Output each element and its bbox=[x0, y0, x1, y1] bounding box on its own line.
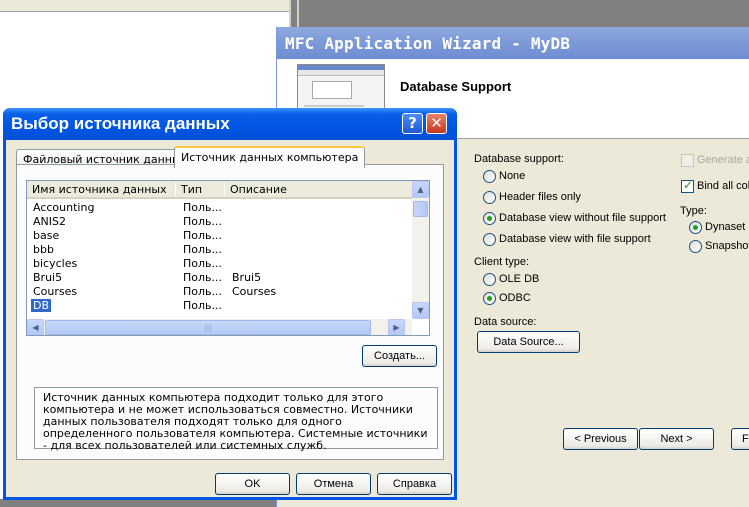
table-row-selected[interactable]: DB Поль... bbox=[27, 299, 412, 313]
radio-view-without-file-support[interactable] bbox=[483, 212, 496, 225]
horizontal-scroll-thumb[interactable]: ||| bbox=[45, 320, 371, 335]
help-button[interactable]: Справка bbox=[377, 473, 452, 495]
radio-header-files-only[interactable] bbox=[483, 191, 496, 204]
table-row[interactable]: ANIS2 Поль... bbox=[27, 215, 412, 229]
description-text: Источник данных компьютера подходит толь… bbox=[34, 387, 438, 452]
column-header-name[interactable]: Имя источника данных bbox=[27, 183, 173, 196]
bind-all-columns-label[interactable]: Bind all colu bbox=[697, 180, 749, 192]
column-header-description[interactable]: Описание bbox=[224, 183, 412, 196]
generate-checkbox[interactable] bbox=[681, 154, 694, 167]
ok-button[interactable]: OK bbox=[215, 473, 290, 495]
background-window-toolbar bbox=[0, 0, 289, 12]
database-support-label: Database support: bbox=[474, 153, 564, 165]
radio-view-with-file-support[interactable] bbox=[483, 233, 496, 246]
select-data-source-dialog: Выбор источника данных ? ✕ Файловый исто… bbox=[3, 108, 457, 500]
previous-button[interactable]: < Previous bbox=[563, 428, 638, 450]
table-row[interactable]: bicycles Поль... bbox=[27, 257, 412, 271]
finish-button[interactable]: F bbox=[731, 428, 749, 450]
horizontal-scrollbar[interactable]: ◀ ||| ▶ bbox=[27, 319, 412, 335]
next-button[interactable]: Next > bbox=[639, 428, 714, 450]
data-source-list[interactable]: Имя источника данных Тип Описание Accoun… bbox=[26, 180, 430, 336]
data-source-button[interactable]: Data Source... bbox=[477, 331, 580, 353]
table-row[interactable]: base Поль... bbox=[27, 229, 412, 243]
table-row[interactable]: Courses Поль... Courses bbox=[27, 285, 412, 299]
radio-dynaset-label[interactable]: Dynaset bbox=[705, 221, 745, 233]
scroll-up-icon[interactable]: ▲ bbox=[412, 181, 429, 198]
scroll-right-icon[interactable]: ▶ bbox=[388, 319, 405, 335]
vertical-scrollbar[interactable]: ▲ ▼ bbox=[412, 181, 429, 319]
radio-view-with-file-support-label[interactable]: Database view with file support bbox=[499, 233, 651, 245]
radio-none[interactable] bbox=[483, 170, 496, 183]
column-header-type[interactable]: Тип bbox=[175, 183, 223, 196]
scroll-left-icon[interactable]: ◀ bbox=[27, 319, 44, 335]
radio-ole-db[interactable] bbox=[483, 273, 496, 286]
scroll-down-icon[interactable]: ▼ bbox=[412, 302, 429, 319]
table-row[interactable]: Brui5 Поль... Brui5 bbox=[27, 271, 412, 285]
generate-checkbox-label: Generate a bbox=[697, 154, 749, 166]
tab-machine-data-source[interactable]: Источник данных компьютера bbox=[174, 146, 366, 168]
radio-odbc-label[interactable]: ODBC bbox=[499, 292, 531, 304]
background-area bbox=[291, 0, 749, 27]
radio-snapshot-label[interactable]: Snapshot bbox=[705, 240, 749, 252]
help-icon[interactable]: ? bbox=[402, 113, 423, 134]
wizard-heading: Database Support bbox=[400, 79, 512, 94]
radio-snapshot[interactable] bbox=[689, 240, 702, 253]
dialog-title: Выбор источника данных bbox=[3, 108, 457, 140]
type-label: Type: bbox=[680, 205, 707, 217]
radio-dynaset[interactable] bbox=[689, 221, 702, 234]
list-header: Имя источника данных Тип Описание bbox=[27, 181, 412, 199]
close-icon[interactable]: ✕ bbox=[426, 113, 447, 134]
radio-header-files-only-label[interactable]: Header files only bbox=[499, 191, 581, 203]
client-type-label: Client type: bbox=[474, 256, 530, 268]
data-source-label: Data source: bbox=[474, 316, 537, 328]
cancel-button[interactable]: Отмена bbox=[296, 473, 371, 495]
table-row[interactable]: Accounting Поль... bbox=[27, 201, 412, 215]
create-button[interactable]: Создать... bbox=[362, 345, 437, 367]
wizard-title: MFC Application Wizard - MyDB bbox=[277, 27, 749, 59]
radio-none-label[interactable]: None bbox=[499, 170, 525, 182]
vertical-scroll-thumb[interactable] bbox=[413, 201, 428, 217]
radio-view-without-file-support-label[interactable]: Database view without file support bbox=[499, 212, 666, 224]
radio-odbc[interactable] bbox=[483, 292, 496, 305]
radio-ole-db-label[interactable]: OLE DB bbox=[499, 273, 539, 285]
bind-all-columns-checkbox[interactable] bbox=[681, 178, 694, 193]
table-row[interactable]: bbb Поль... bbox=[27, 243, 412, 257]
